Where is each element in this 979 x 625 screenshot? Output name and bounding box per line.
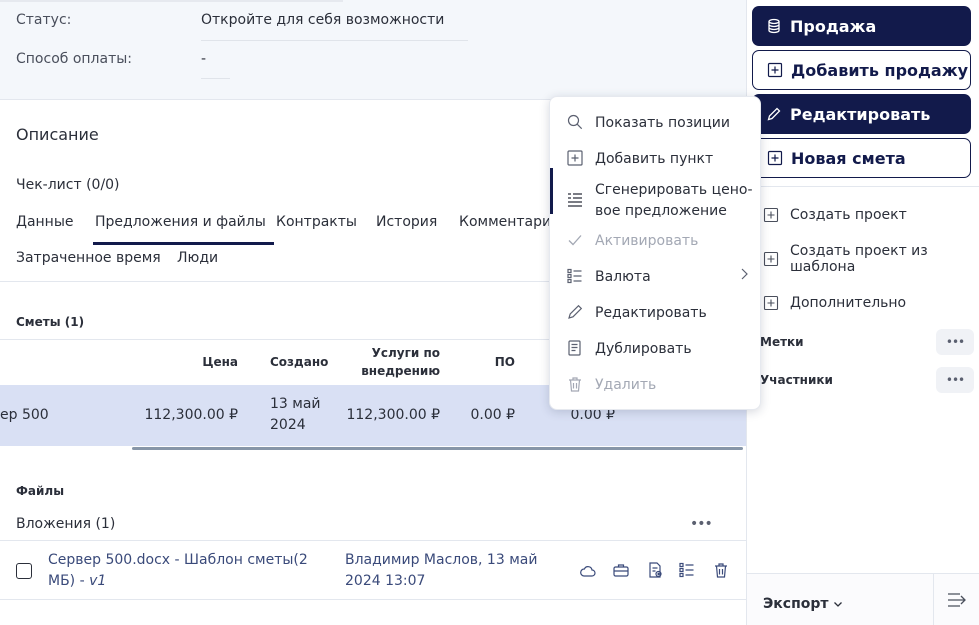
check-icon (566, 231, 584, 249)
tab-comments[interactable]: Комментарии (459, 214, 560, 230)
panel-edge (0, 0, 343, 2)
estimate-context-menu: Показать позиции Добавить пункт Сгенерир… (549, 96, 761, 410)
column-software[interactable]: ПО (480, 353, 515, 371)
file-name-text[interactable]: Сервер 500.docx - Шаблон сметы(2 МБ) - (48, 552, 308, 589)
file-checkbox[interactable] (16, 563, 32, 579)
attachments-divider-bottom (0, 599, 746, 600)
database-icon (766, 18, 782, 34)
plus-square-icon (767, 150, 783, 166)
details-panel: Статус: Откройте для себя возможности Сп… (0, 0, 746, 100)
payment-underline (201, 78, 230, 79)
create-project-from-template-label: Создать проект из шаблона (790, 243, 928, 275)
tags-more-button[interactable]: ••• (936, 329, 974, 355)
add-sale-button[interactable]: Добавить продажу (752, 50, 971, 90)
plus-square-icon (763, 251, 779, 267)
sale-button[interactable]: Продажа (752, 6, 971, 46)
create-project-link[interactable]: Создать проект (763, 207, 907, 223)
file-meta: Владимир Маслов, 13 май 2024 13:07 (345, 552, 538, 589)
plus-square-icon (767, 62, 783, 78)
chevron-right-icon (738, 267, 750, 288)
tab-data[interactable]: Данные (16, 214, 74, 230)
tab-people[interactable]: Люди (177, 250, 218, 266)
new-estimate-button[interactable]: Новая смета (752, 138, 971, 178)
new-estimate-button-label: Новая смета (791, 148, 906, 168)
more-options-link[interactable]: Дополнительно (763, 295, 906, 311)
status-underline (201, 40, 468, 41)
chevron-down-icon (832, 598, 844, 610)
collapse-sidebar-icon[interactable] (947, 590, 969, 614)
plus-square-icon (763, 207, 779, 223)
payment-value: - (201, 51, 207, 67)
estimate-services: 112,300.00 ₽ (346, 407, 440, 423)
column-price[interactable]: Цена (180, 353, 238, 371)
menu-item-label: Валюта (595, 269, 651, 285)
menu-item-label: Показать позиции (595, 115, 730, 131)
payment-label: Способ оплаты: (16, 51, 133, 67)
horizontal-scrollbar[interactable] (132, 447, 743, 450)
cloud-icon[interactable] (579, 562, 597, 580)
participants-more-button[interactable]: ••• (936, 367, 974, 393)
participants-heading: Участники (760, 373, 833, 387)
attachments-more-button[interactable]: ••• (690, 516, 713, 532)
status-label: Статус: (16, 12, 72, 28)
export-label: Экспорт (763, 596, 829, 612)
menu-item-label: Добавить пункт (595, 151, 714, 167)
menu-item-label: Активировать (595, 233, 699, 249)
status-value: Откройте для себя возможности (201, 12, 445, 28)
trash-icon[interactable] (712, 561, 730, 579)
menu-item-label: Редактировать (595, 305, 707, 321)
menu-item-label: Дублировать (595, 341, 692, 357)
sidebar-footer: Экспорт (747, 573, 979, 625)
file-name[interactable]: Сервер 500.docx - Шаблон сметы(2 МБ) - v… (48, 550, 318, 592)
column-services[interactable]: Услуги по внедрению (335, 344, 440, 380)
list-icon (566, 267, 584, 285)
footer-separator (933, 574, 934, 625)
file-version: v1 (89, 573, 107, 589)
column-created[interactable]: Создано (270, 353, 328, 371)
attachments-divider-top (0, 540, 746, 541)
estimate-price: 112,300.00 ₽ (144, 407, 238, 423)
edit-button[interactable]: Редактировать (752, 94, 971, 134)
actions-sidebar: Продажа Добавить продажу Редактировать Н… (746, 0, 979, 625)
menu-item-label: Удалить (595, 377, 657, 393)
tab-offers-files[interactable]: Предложения и файлы (93, 214, 274, 245)
estimates-heading: Сметы (1) (16, 315, 85, 329)
tags-heading: Метки (760, 335, 804, 349)
more-options-label: Дополнительно (790, 295, 907, 311)
duplicate-icon (566, 339, 584, 357)
create-project-from-template-link[interactable]: Создать проект из шаблона (763, 243, 943, 275)
plus-square-icon (566, 149, 584, 167)
menu-item-generate-offer[interactable]: Сгенерировать цено-вое предложение (550, 168, 762, 222)
description-title: Описание (16, 125, 99, 144)
files-heading: Файлы (16, 484, 65, 498)
export-dropdown[interactable]: Экспорт (763, 596, 844, 612)
estimate-software: 0.00 ₽ (470, 407, 515, 423)
list-icon[interactable] (678, 561, 696, 579)
estimate-created: 13 май 2024 (270, 396, 321, 433)
search-icon (566, 113, 584, 131)
plus-square-icon (763, 295, 779, 311)
trash-icon (566, 375, 584, 393)
estimate-name[interactable]: ер 500 (0, 405, 49, 426)
sale-button-label: Продажа (790, 16, 877, 36)
list-generate-icon (566, 191, 584, 209)
tab-history[interactable]: История (376, 214, 437, 230)
edit-button-label: Редактировать (790, 104, 931, 124)
tab-time-spent[interactable]: Затраченное время (16, 250, 161, 266)
menu-item-label: Сгенерировать цено-вое предложение (595, 182, 753, 219)
attachments-label: Вложения (1) (16, 516, 116, 532)
create-project-label: Создать проект (790, 207, 907, 223)
pencil-icon (566, 303, 584, 321)
sidebar-divider (747, 186, 979, 187)
tab-contracts[interactable]: Контракты (276, 214, 357, 230)
add-document-icon[interactable] (646, 561, 664, 579)
briefcase-icon[interactable] (612, 561, 630, 579)
pencil-icon (766, 106, 782, 122)
checklist-link[interactable]: Чек-лист (0/0) (16, 177, 120, 193)
add-sale-button-label: Добавить продажу (791, 60, 969, 80)
